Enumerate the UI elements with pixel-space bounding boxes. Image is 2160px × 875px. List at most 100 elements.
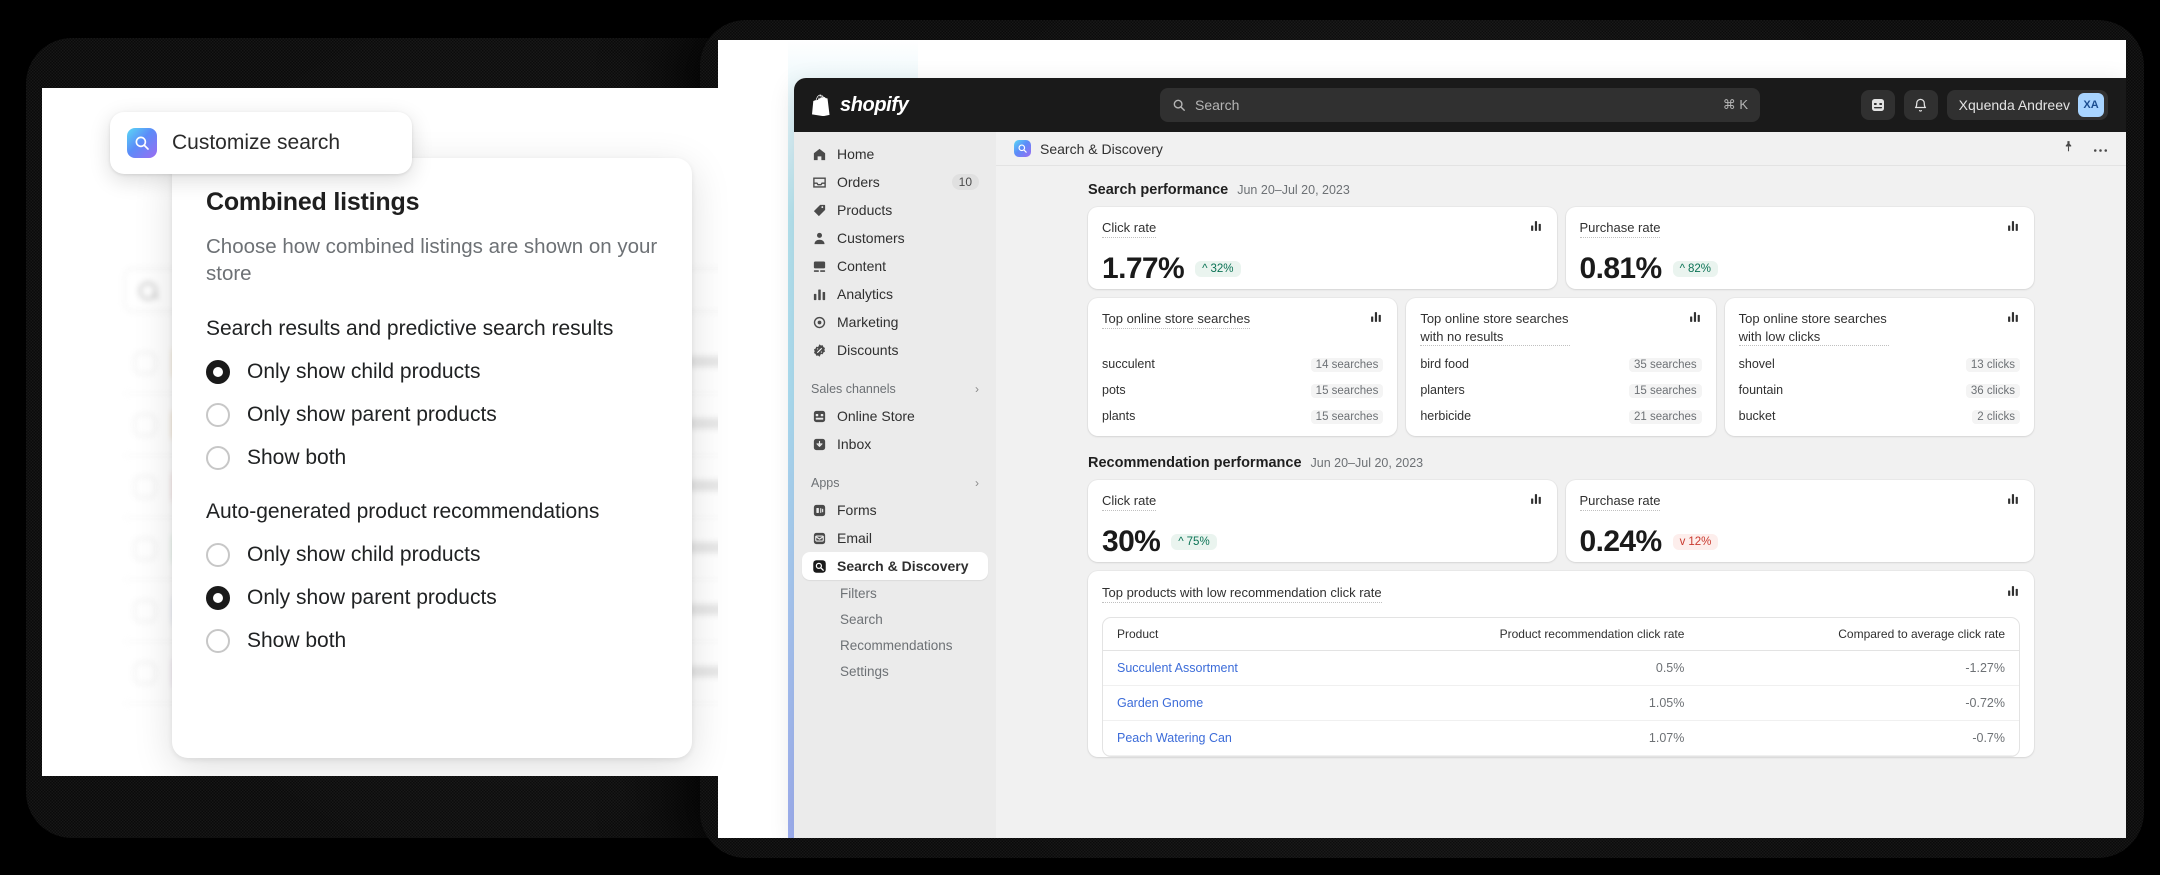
content-scroll: Search performance Jun 20–Jul 20, 2023 C… [996,166,2126,757]
radio-option-rec-both[interactable]: Show both [206,629,658,654]
sidebar-subitem-recommendations[interactable]: Recommendations [802,632,988,658]
sidebar-section-apps[interactable]: Apps › [802,470,988,496]
sidebar: Home Orders 10 Products Customers Conten… [794,132,996,838]
list-item: succulent 14 searches [1102,357,1384,372]
product-cell: Peach Watering Can [1103,720,1349,756]
sidebar-item-search-discovery[interactable]: Search & Discovery [802,552,988,580]
search-count: 15 searches [1310,409,1384,424]
checkbox-icon [134,600,156,622]
metric-value: 0.81% [1579,251,1663,285]
section-date-range: Jun 20–Jul 20, 2023 [1237,183,1350,197]
sidebar-item-inbox[interactable]: Inbox [802,430,988,458]
sidebar-item-online-store[interactable]: Online Store [802,402,988,430]
bell-icon [1915,98,1927,112]
store-preview-button[interactable] [1860,90,1895,120]
search-discovery-app-icon [1014,140,1031,157]
more-icon[interactable] [2093,140,2108,158]
product-link[interactable]: Garden Gnome [1117,696,1203,710]
radio-label: Show both [247,629,347,653]
list-item: shovel 13 clicks [1739,357,2020,373]
bar-chart-icon[interactable] [1370,310,1383,328]
bar-chart-icon[interactable] [2007,219,2020,237]
bar-chart-icon[interactable] [1530,219,1543,237]
radio-option-search-child[interactable]: Only show child products [206,360,658,385]
screenshot-root: Combined listings Choose how combined li… [0,0,2160,875]
white-backdrop [718,40,788,838]
content-icon [811,258,827,274]
search-term: herbicide [1420,409,1472,424]
email-icon [811,530,827,546]
radio-icon[interactable] [206,360,230,385]
sidebar-item-label: Products [837,202,893,218]
checkbox-icon [134,352,156,374]
chevron-right-icon: › [975,382,979,396]
sidebar-item-analytics[interactable]: Analytics [802,280,988,308]
sidebar-item-label: Online Store [837,408,915,424]
home-icon [811,146,827,162]
product-link[interactable]: Succulent Assortment [1117,661,1238,675]
product-link[interactable]: Peach Watering Can [1117,731,1232,745]
recommendation-click-rate-card: Click rate 30% ^ 75% [1088,480,1557,563]
sidebar-subitem-settings[interactable]: Settings [802,658,988,684]
radio-icon[interactable] [206,543,230,568]
radio-icon[interactable] [206,446,230,471]
page-title: Search & Discovery [1040,140,1163,157]
pin-icon[interactable] [2062,140,2075,158]
list-item: bird food 35 searches [1420,357,1702,373]
card-title: Purchase rate [1579,492,1661,511]
card-title: Top online store searches with low click… [1738,310,1889,347]
sidebar-item-discounts[interactable]: Discounts [802,336,988,364]
delta-value: 82% [1687,262,1712,275]
topbar-right-actions: Xquenda Andreev XA [1860,90,2108,120]
sidebar-subitem-filters[interactable]: Filters [802,580,988,606]
radio-icon[interactable] [206,403,230,428]
user-name: Xquenda Andreev [1958,97,2070,113]
sidebar-item-email[interactable]: Email [802,524,988,552]
search-count: 15 searches [1310,383,1384,398]
radio-icon[interactable] [206,629,230,654]
radio-icon[interactable] [206,586,230,611]
sidebar-item-products[interactable]: Products [802,196,988,224]
forms-icon [811,502,827,518]
delta-value: 75% [1186,535,1210,548]
click-rate-cell: 0.5% [1348,650,1699,686]
customize-search-pill[interactable]: Customize search [110,112,412,174]
card-title: Click rate [1102,219,1157,238]
sidebar-item-orders[interactable]: Orders 10 [802,168,988,196]
search-icon [1173,99,1185,111]
sidebar-item-customers[interactable]: Customers [802,224,988,252]
radio-option-search-both[interactable]: Show both [206,446,658,471]
click-rate-cell: 1.05% [1348,685,1699,721]
sidebar-item-home[interactable]: Home [802,140,988,168]
radio-option-rec-parent[interactable]: Only show parent products [206,586,658,611]
radio-option-search-parent[interactable]: Only show parent products [206,403,658,428]
left-window: Combined listings Choose how combined li… [42,88,732,776]
sidebar-subitem-search[interactable]: Search [802,606,988,632]
bar-chart-icon[interactable] [1689,310,1702,328]
radio-label: Only show parent products [247,403,497,427]
top-searches-card: Top online store searches succulent 14 s… [1088,298,1398,437]
bar-chart-icon[interactable] [1530,492,1543,510]
metric-value: 0.24% [1579,524,1663,558]
sidebar-item-forms[interactable]: Forms [802,496,988,524]
notifications-button[interactable] [1903,90,1938,120]
bar-chart-icon[interactable] [2007,584,2020,602]
radio-option-rec-child[interactable]: Only show child products [206,543,658,568]
user-menu-button[interactable]: Xquenda Andreev XA [1946,90,2108,120]
marketing-icon [811,314,827,330]
admin-search-input[interactable]: Search ⌘ K [1160,88,1760,122]
shopify-logo[interactable]: shopify [812,94,1012,117]
admin-search-placeholder: Search [1195,97,1240,113]
recommendation-purchase-rate-card: Purchase rate 0.24% v 12% [1565,480,2034,563]
trend-up-icon: ^ [1202,262,1208,275]
sidebar-item-content[interactable]: Content [802,252,988,280]
sidebar-section-sales-channels[interactable]: Sales channels › [802,376,988,402]
sidebar-item-marketing[interactable]: Marketing [802,308,988,336]
table-row: Succulent Assortment 0.5% -1.27% [1103,650,2019,686]
column-header-compared: Compared to average click rate [1698,617,2019,651]
combined-listings-popover: Combined listings Choose how combined li… [172,158,692,758]
bar-chart-icon[interactable] [2007,492,2020,510]
sidebar-item-label: Orders [837,174,880,190]
bar-chart-icon[interactable] [2007,310,2020,328]
compared-cell: -0.72% [1698,685,2019,721]
